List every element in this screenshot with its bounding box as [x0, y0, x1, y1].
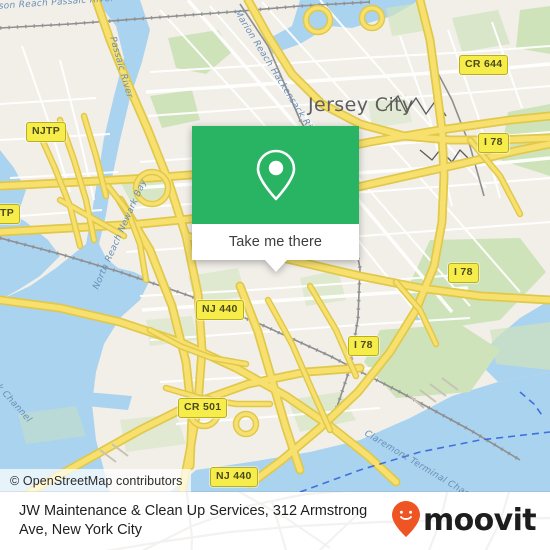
highway-shield: NJ 440: [210, 467, 258, 487]
highway-shield: I 78: [448, 263, 479, 283]
moovit-wordmark: moovit: [422, 503, 537, 538]
take-me-there-button[interactable]: Take me there: [192, 224, 359, 260]
map-canvas[interactable]: ison Reach Passaic River Passaic River M…: [0, 0, 550, 492]
highway-shield: I 78: [478, 133, 509, 153]
map-pin-icon: [254, 148, 298, 202]
highway-shield: CR 644: [459, 55, 509, 75]
moovit-place-map-card: ison Reach Passaic River Passaic River M…: [0, 0, 550, 550]
highway-shield: I 78: [348, 336, 379, 356]
take-me-there-popup[interactable]: Take me there: [192, 126, 359, 272]
highway-shield: TP: [0, 204, 21, 224]
popup-pin-area: [192, 126, 359, 224]
attribution-text: © OpenStreetMap contributors: [10, 473, 183, 488]
place-title: JW Maintenance & Clean Up Services, 312 …: [19, 503, 368, 538]
footer-divider: [0, 491, 550, 492]
highway-shield: CR 501: [178, 398, 228, 418]
highway-shield: NJ 440: [196, 300, 244, 320]
moovit-logo[interactable]: moovit: [391, 500, 537, 543]
take-me-there-label: Take me there: [228, 234, 323, 250]
footer-bar: JW Maintenance & Clean Up Services, 312 …: [0, 492, 550, 550]
map-attribution[interactable]: © OpenStreetMap contributors: [0, 469, 191, 492]
popup-tail: [264, 260, 287, 272]
moovit-smiley-pin-icon: [391, 500, 421, 543]
highway-shield: NJTP: [26, 122, 67, 142]
